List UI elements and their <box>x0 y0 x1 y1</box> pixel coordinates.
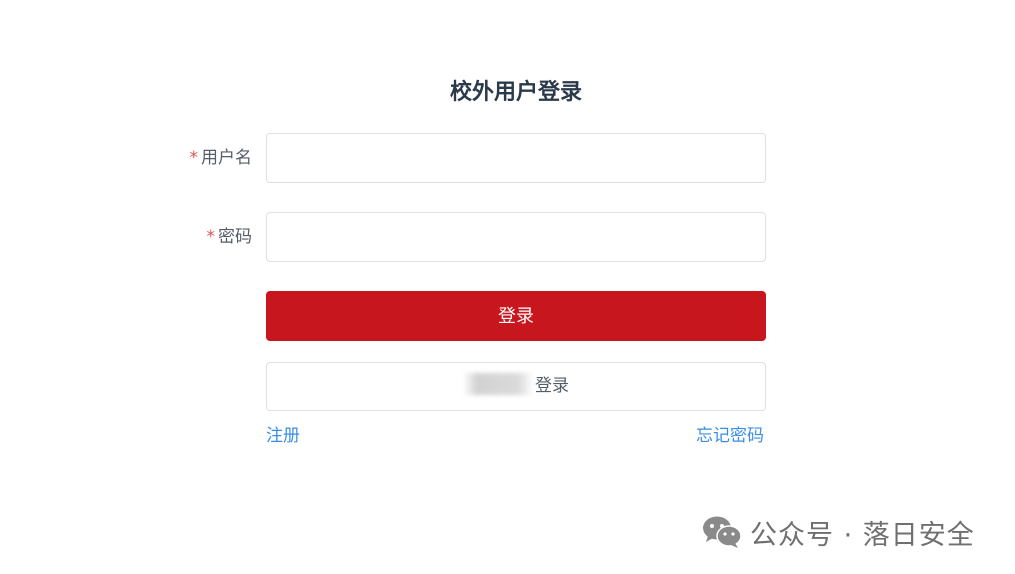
watermark: 公众号 · 落日安全 <box>702 512 975 552</box>
password-input[interactable] <box>266 212 766 262</box>
watermark-text: 公众号 · 落日安全 <box>750 519 975 551</box>
alt-login-label: 登录 <box>535 376 569 396</box>
alt-login-button[interactable]: 登录 <box>266 362 766 411</box>
wechat-icon <box>703 516 742 548</box>
forgot-password-link[interactable]: 忘记密码 <box>696 424 764 448</box>
register-link[interactable]: 注册 <box>266 424 300 448</box>
login-button[interactable]: 登录 <box>266 291 766 341</box>
redacted-text <box>463 373 533 395</box>
username-label-text: 用户名 <box>201 148 252 168</box>
username-label: * 用户名 <box>140 133 253 183</box>
required-mark: * <box>206 227 216 247</box>
password-label: * 密码 <box>140 212 253 262</box>
required-mark: * <box>189 148 199 168</box>
page-title: 校外用户登录 <box>449 80 582 105</box>
password-label-text: 密码 <box>218 227 252 247</box>
login-page: 校外用户登录 * 用户名 * 密码 登录 登录 注册 忘记密码 公众号 · 落日安全 <box>0 0 1015 574</box>
username-input[interactable] <box>266 133 766 183</box>
